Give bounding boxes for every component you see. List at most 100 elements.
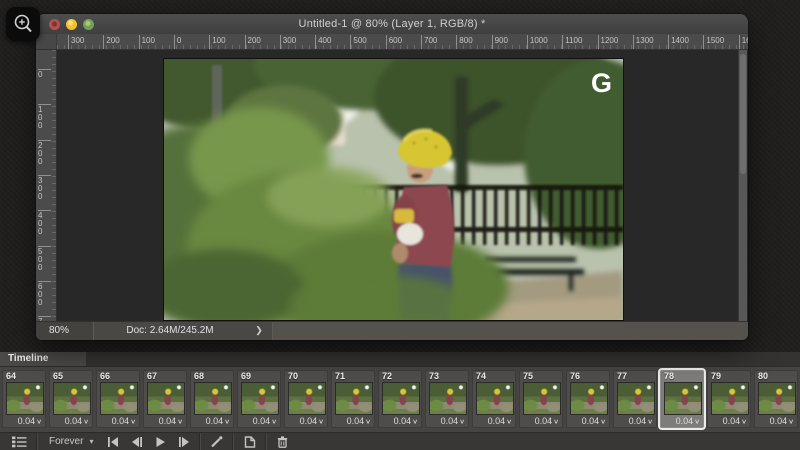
timeline-frame[interactable]: 67 0.04∨ [143,370,187,428]
frame-duration-value: 0.04 [206,416,224,426]
frame-duration-dropdown[interactable]: 0.04∨ [629,416,653,426]
frame-number: 67 [147,371,157,381]
duplicate-frame-button[interactable] [237,433,262,450]
frame-duration-dropdown[interactable]: 0.04∨ [253,416,277,426]
convert-to-video-timeline-button[interactable] [6,433,33,450]
timeline-frame[interactable]: 70 0.04∨ [284,370,328,428]
frame-thumbnail[interactable] [664,382,702,415]
duration-caret-icon: ∨ [694,418,700,425]
loop-count-dropdown[interactable]: Forever ▾ [41,433,101,450]
frame-number: 64 [6,371,16,381]
first-frame-button[interactable] [101,433,125,450]
canvas-image[interactable]: G [163,58,624,321]
timeline-frame[interactable]: 71 0.04∨ [331,370,375,428]
frame-thumbnail[interactable] [476,382,514,415]
tween-button[interactable] [204,433,229,450]
frame-duration-value: 0.04 [441,416,459,426]
frame-duration-dropdown[interactable]: 0.04∨ [723,416,747,426]
next-frame-button[interactable] [172,433,196,450]
frame-duration-dropdown[interactable]: 0.04∨ [582,416,606,426]
timeline-frame[interactable]: 72 0.04∨ [378,370,422,428]
frame-thumbnail[interactable] [429,382,467,415]
status-bar: 80% Doc: 2.64M/245.2M ❯ [36,321,748,340]
ruler-top-label: 100 [139,35,155,49]
frame-number: 70 [288,371,298,381]
frame-thumbnail[interactable] [100,382,138,415]
frame-thumbnail[interactable] [147,382,185,415]
frame-thumbnail[interactable] [241,382,279,415]
timeline-frame[interactable]: 65 0.04∨ [49,370,93,428]
frame-duration-dropdown[interactable]: 0.04∨ [159,416,183,426]
frame-duration-dropdown[interactable]: 0.04∨ [770,416,794,426]
timeline-frame[interactable]: 74 0.04∨ [472,370,516,428]
frame-duration-dropdown[interactable]: 0.04∨ [65,416,89,426]
previous-frame-button[interactable] [125,433,149,450]
timeline-frame[interactable]: 69 0.04∨ [237,370,281,428]
play-icon [155,437,166,447]
frame-thumbnail[interactable] [758,382,796,415]
frame-duration-dropdown[interactable]: 0.04∨ [112,416,136,426]
duration-caret-icon: ∨ [412,418,418,425]
duration-caret-icon: ∨ [506,418,512,425]
timeline-frame[interactable]: 80 0.04∨ [754,370,798,428]
frame-thumbnail[interactable] [53,382,91,415]
ruler-top-label: 1200 [598,35,619,49]
timeline-frame[interactable]: 66 0.04∨ [96,370,140,428]
duration-caret-icon: ∨ [459,418,465,425]
frame-thumbnail[interactable] [382,382,420,415]
frame-duration-dropdown[interactable]: 0.04∨ [535,416,559,426]
vertical-scrollbar[interactable] [738,50,747,322]
frame-duration-dropdown[interactable]: 0.04∨ [18,416,42,426]
timeline-frame[interactable]: 77 0.04∨ [613,370,657,428]
timeline-header: Timeline [0,352,800,367]
frame-duration-value: 0.04 [18,416,36,426]
ruler-left-label: 100 [38,104,51,130]
zoom-tool-button[interactable] [6,7,40,41]
ruler-top-label: 200 [245,35,261,49]
frame-thumbnail[interactable] [523,382,561,415]
zoom-level-field[interactable]: 80% [36,322,94,340]
frame-thumbnail[interactable] [570,382,608,415]
g-logo: G [591,68,612,98]
tween-wand-icon [210,436,223,448]
frame-thumbnail[interactable] [711,382,749,415]
ruler-top-label: 300 [68,35,84,49]
timeline-frame[interactable]: 75 0.04∨ [519,370,563,428]
frame-duration-dropdown[interactable]: 0.04∨ [206,416,230,426]
next-frame-icon [178,437,190,447]
duration-caret-icon: ∨ [788,418,794,425]
timeline-tab[interactable]: Timeline [0,352,86,366]
ruler-top-label: 1000 [527,35,548,49]
frame-duration-dropdown[interactable]: 0.04∨ [488,416,512,426]
frame-duration-dropdown[interactable]: 0.04∨ [441,416,465,426]
frame-number: 69 [241,371,251,381]
frame-thumbnail[interactable] [335,382,373,415]
frame-thumbnail[interactable] [288,382,326,415]
timeline-frame[interactable]: 73 0.04∨ [425,370,469,428]
frame-number: 66 [100,371,110,381]
frame-number: 78 [664,371,674,381]
ruler-top-label: 800 [456,35,472,49]
frame-thumbnail[interactable] [617,382,655,415]
frame-duration-value: 0.04 [300,416,318,426]
timeline-frame[interactable]: 68 0.04∨ [190,370,234,428]
frame-thumbnail[interactable] [194,382,232,415]
frame-duration-value: 0.04 [112,416,130,426]
ruler-top-label: 1100 [562,35,582,49]
frame-duration-dropdown[interactable]: 0.04∨ [394,416,418,426]
delete-frame-button[interactable] [270,433,295,450]
timeline-frame[interactable]: 64 0.04∨ [2,370,46,428]
timeline-frame[interactable]: 79 0.04∨ [707,370,751,428]
divider [265,433,267,450]
title-bar[interactable]: Untitled-1 @ 80% (Layer 1, RGB/8) * [36,14,748,35]
duration-caret-icon: ∨ [647,418,653,425]
duration-caret-icon: ∨ [130,418,136,425]
timeline-frame[interactable]: 76 0.04∨ [566,370,610,428]
status-chevron-icon[interactable]: ❯ [246,322,273,340]
frame-thumbnail[interactable] [6,382,44,415]
frame-duration-dropdown[interactable]: 0.04∨ [300,416,324,426]
play-button[interactable] [149,433,172,450]
timeline-frame[interactable]: 78 0.04∨ [660,370,704,428]
frame-duration-dropdown[interactable]: 0.04∨ [676,416,700,426]
frame-duration-dropdown[interactable]: 0.04∨ [347,416,371,426]
